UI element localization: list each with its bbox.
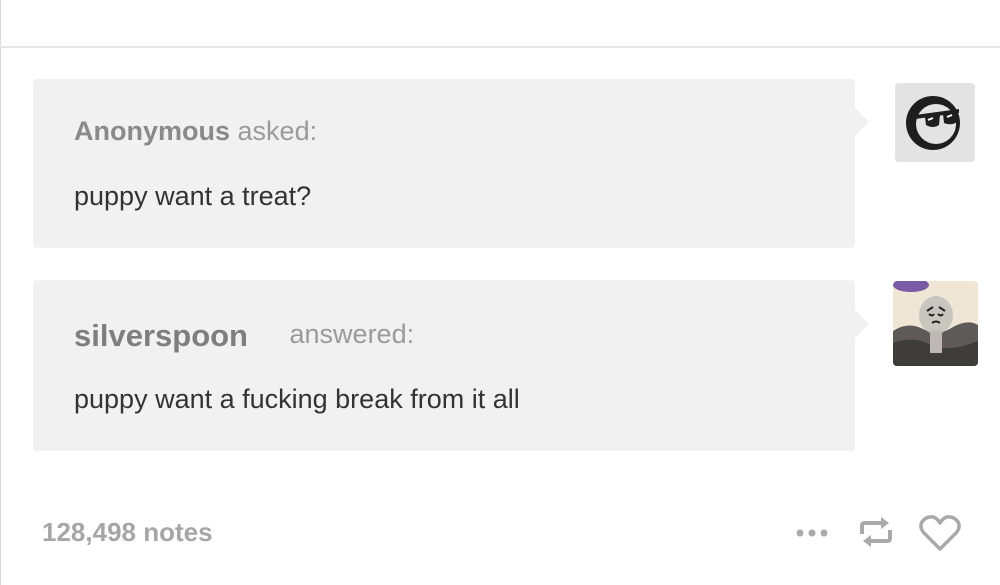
more-icon[interactable] (792, 520, 832, 546)
heart-icon[interactable] (918, 513, 962, 553)
question-text: puppy want a treat? (74, 181, 312, 211)
left-border (0, 0, 1, 585)
asker-name: Anonymous (74, 116, 231, 146)
asked-label: asked: (237, 116, 318, 146)
answerer-name[interactable]: silverspoon (74, 318, 248, 353)
anonymous-avatar[interactable] (895, 83, 975, 162)
ask-bubble: Anonymous asked: puppy want a treat? (33, 79, 869, 248)
reblog-icon[interactable] (856, 514, 896, 550)
answer-byline: silverspoon answered: (74, 318, 414, 354)
ask-byline: Anonymous asked: (74, 116, 317, 147)
answer-bubble: silverspoon answered: puppy want a fucki… (33, 280, 869, 451)
notes-count[interactable]: 128,498 notes (42, 517, 213, 548)
sunglasses-avatar-icon (895, 83, 975, 162)
top-divider (0, 46, 1000, 48)
answered-label: answered: (289, 319, 415, 349)
silverspoon-character-avatar-icon (893, 281, 978, 366)
ask-bubble-pointer (855, 108, 869, 136)
answer-text: puppy want a fucking break from it all (74, 384, 520, 414)
silverspoon-avatar[interactable] (893, 281, 978, 366)
post: Anonymous asked: puppy want a treat? sil… (0, 0, 1000, 585)
answer-bubble-pointer (855, 310, 869, 338)
